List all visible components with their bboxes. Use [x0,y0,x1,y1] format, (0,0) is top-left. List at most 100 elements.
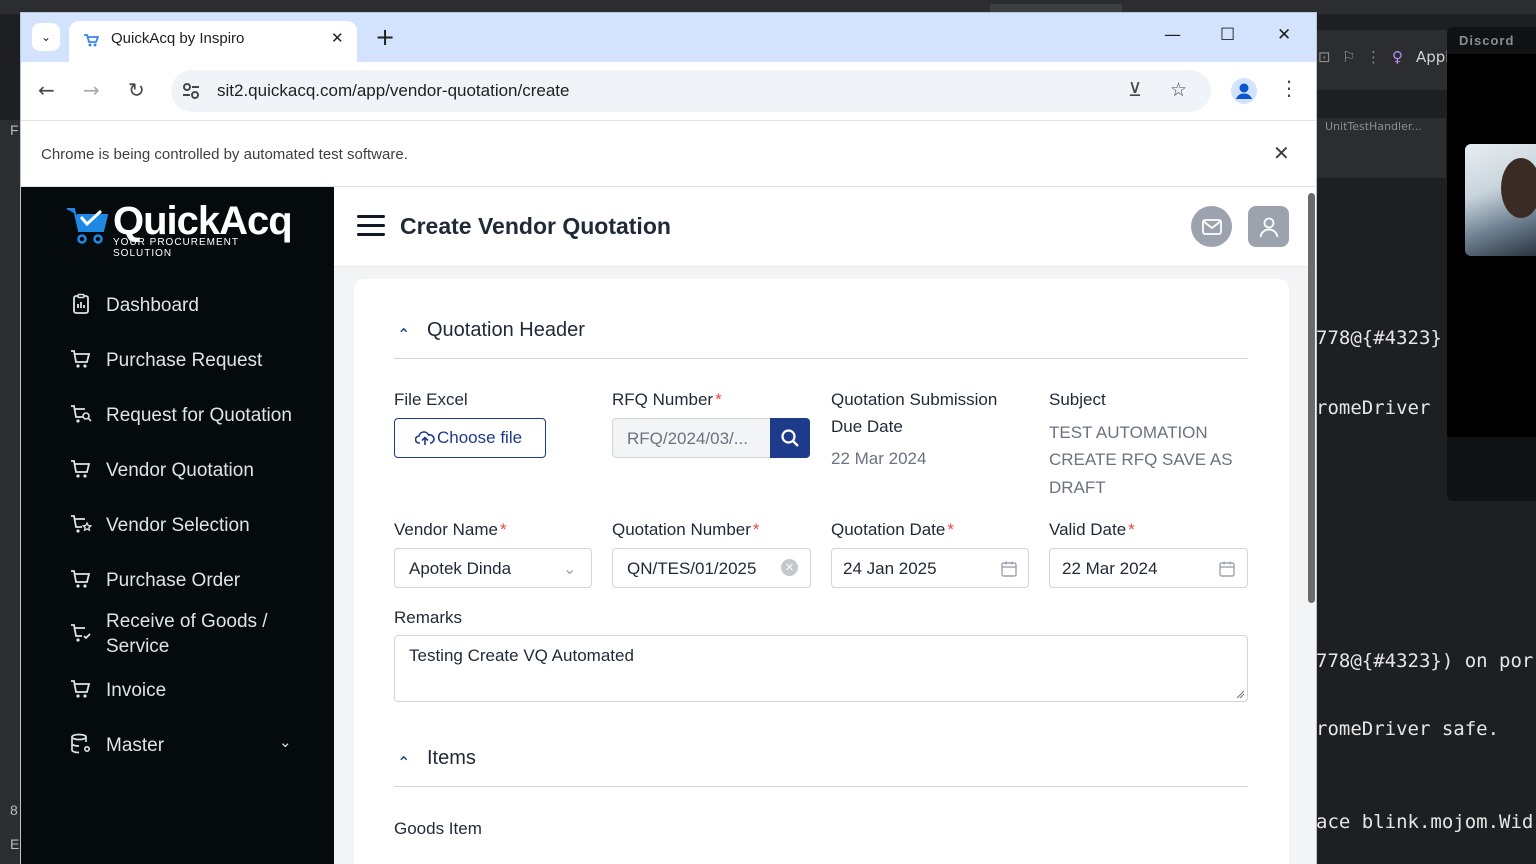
console-line: 778@{#4323}) on por [1316,650,1534,672]
required-asterisk: * [499,520,507,539]
forward-icon[interactable]: → [83,78,100,102]
maximize-icon[interactable]: ☐ [1220,25,1235,45]
clear-icon[interactable]: ✕ [781,559,798,576]
choose-file-label: Choose file [437,428,523,447]
sidebar-item-vendor-quotation[interactable]: Vendor Quotation [69,449,319,489]
reload-icon[interactable]: ↻ [128,78,145,102]
required-asterisk: * [947,520,954,539]
chevron-up-icon[interactable]: ⌃ [397,325,410,344]
cloud-upload-icon [415,431,435,445]
quickacq-logo[interactable]: QuickAcq YOUR PROCUREMENT SOLUTION [65,199,295,259]
chevron-down-icon[interactable]: ⌄ [279,733,292,751]
chrome-menu-icon[interactable]: ⋮ [1279,76,1299,100]
bookmark-star-icon[interactable]: ☆ [1170,79,1187,101]
sidebar-item-label: Receive of Goods / Service [106,611,268,657]
user-icon [1259,217,1278,237]
ide-lightbulb-icon[interactable]: ♀ [1392,48,1403,66]
browser-tab[interactable]: QuickAcq by Inspiro ✕ [69,21,357,62]
url-text: sit2.quickacq.com/app/vendor-quotation/c… [217,81,570,100]
browser-window: ⌄ QuickAcq by Inspiro ✕ + — ☐ ✕ ← → ↻ si… [21,13,1316,864]
ide-bookmark-icon[interactable]: ⊡ [1318,48,1331,66]
tab-bar: ⌄ QuickAcq by Inspiro ✕ + — ☐ ✕ [21,13,1316,62]
due-date-label-line1: Quotation Submission [831,390,998,409]
ide-toolbar-label[interactable]: Appl [1416,48,1449,66]
rfq-number-field[interactable]: RFQ/2024/03/... [612,418,772,458]
section-title: Items [427,747,476,769]
subject-value-line: CREATE RFQ SAVE AS [1049,450,1233,469]
quotation-date-picker[interactable]: 24 Jan 2025 [831,548,1029,588]
main-content: Create Vendor Quotation ⌃ Quotation Head… [334,187,1316,864]
subject-label: Subject [1049,390,1106,409]
quotation-date-value: 24 Jan 2025 [843,559,937,578]
sidebar-item-label: Master [106,735,165,756]
tab-title: QuickAcq by Inspiro [111,30,245,47]
webcam-feed [1465,144,1536,256]
sidebar-item-label: Purchase Order [106,570,241,591]
sidebar-item-label: Request for Quotation [106,405,292,426]
hamburger-menu-icon[interactable] [357,215,385,237]
sidebar-item-dashboard[interactable]: Dashboard [69,284,319,324]
infobar-close-icon[interactable]: ✕ [1273,141,1290,165]
sidebar-item-label: Dashboard [106,295,199,316]
subject-value-line: TEST AUTOMATION [1049,423,1208,442]
chevron-down-icon: ⌄ [563,559,577,578]
cart-star-icon [71,515,93,533]
sidebar-item-invoice[interactable]: Invoice [69,669,319,709]
rfq-search-button[interactable] [770,418,810,458]
ide-overflow-icon[interactable]: ⋮ [1366,48,1381,66]
minimize-icon[interactable]: — [1164,25,1181,45]
mail-button[interactable] [1191,206,1232,247]
quotation-number-input[interactable]: QN/TES/01/2025 ✕ [612,548,811,588]
calendar-icon [1001,561,1017,577]
sidebar-item-purchase-request[interactable]: Purchase Request [69,339,319,379]
file-excel-label: File Excel [394,390,468,409]
sidebar-item-purchase-order[interactable]: Purchase Order [69,559,319,599]
tab-search-button[interactable]: ⌄ [32,23,60,51]
due-date-label-line2: Due Date [831,417,903,436]
vendor-name-select[interactable]: Apotek Dinda ⌄ [394,548,592,588]
goods-item-label: Goods Item [394,819,482,838]
infobar-message: Chrome is being controlled by automated … [41,146,408,163]
ide-left-char: F [10,122,19,138]
page-scrollbar[interactable] [1308,193,1315,603]
chevron-up-icon[interactable]: ⌃ [397,753,410,772]
remarks-textarea[interactable]: Testing Create VQ Automated [394,635,1248,702]
valid-date-picker[interactable]: 22 Mar 2024 [1049,548,1248,588]
required-asterisk: * [752,520,760,539]
sidebar-item-master[interactable]: Master ⌄ [69,724,319,764]
console-line: romeDriver [1316,397,1431,419]
rfq-number-value: RFQ/2024/03/... [627,429,748,448]
required-asterisk: * [1128,520,1135,539]
items-section[interactable]: ⌃ Items [394,747,1248,787]
resize-handle-icon[interactable] [1235,689,1245,699]
subject-value-line: DRAFT [1049,478,1106,497]
logo-cart-icon [67,208,109,244]
profile-avatar-icon[interactable] [1231,78,1257,104]
ide-left-char: 8 [10,802,18,818]
user-button[interactable] [1248,206,1289,247]
window-close-icon[interactable]: ✕ [1277,25,1291,45]
discord-overlay[interactable]: Discord [1447,27,1536,501]
ide-left-strip: F 8 E [0,120,21,864]
remarks-label: Remarks [394,608,463,627]
mail-icon [1201,218,1222,235]
required-asterisk: * [715,390,722,409]
logo-tagline: YOUR PROCUREMENT SOLUTION [113,237,239,259]
ide-title-strip [0,0,1536,14]
ide-flag-icon[interactable]: ⚐ [1342,48,1355,66]
quotation-header-section[interactable]: ⌃ Quotation Header [394,319,1248,359]
rfq-number-label: RFQ Number * [612,390,722,409]
site-settings-icon[interactable] [179,79,203,103]
back-icon[interactable]: ← [38,78,55,102]
ide-editor-tab[interactable]: UnitTestHandler... [1325,120,1422,133]
sidebar-item-receive-of-goods[interactable]: Receive of Goods / Service [69,605,319,661]
tab-close-icon[interactable]: ✕ [331,29,344,47]
new-tab-icon[interactable]: + [375,23,395,51]
sidebar-item-request-for-quotation[interactable]: Request for Quotation [69,394,319,434]
sidebar-item-vendor-selection[interactable]: Vendor Selection [69,504,319,544]
omnibox[interactable]: sit2.quickacq.com/app/vendor-quotation/c… [171,70,1211,112]
vendor-name-value: Apotek Dinda [409,559,512,578]
cart-icon [71,570,91,588]
choose-file-button[interactable]: Choose file [394,418,546,458]
install-app-icon[interactable]: ⊻ [1128,79,1142,101]
